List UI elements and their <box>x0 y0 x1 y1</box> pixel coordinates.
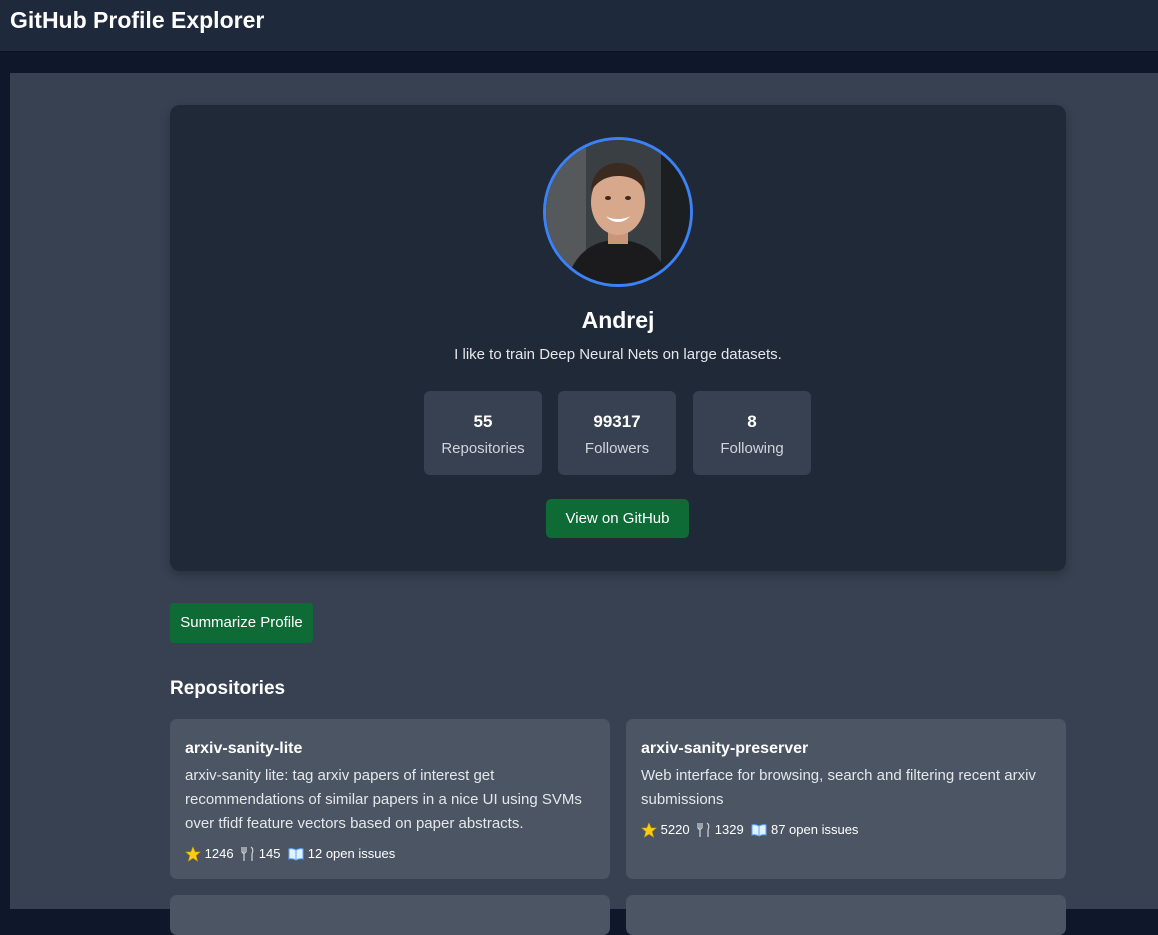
repo-card[interactable] <box>170 895 610 935</box>
repo-forks: 145 <box>258 846 281 862</box>
stat-value: 55 <box>473 412 493 431</box>
profile-bio: I like to train Deep Neural Nets on larg… <box>454 346 782 363</box>
summarize-profile-button[interactable]: Summarize Profile <box>170 603 313 643</box>
fork-icon <box>697 822 710 837</box>
book-icon <box>751 823 767 837</box>
avatar <box>543 137 693 287</box>
stat-label: Following <box>720 440 784 457</box>
repo-stars: 1246 <box>204 846 234 862</box>
profile-name: Andrej <box>581 307 655 333</box>
fork-icon <box>241 846 254 861</box>
repo-description: arxiv-sanity lite: tag arxiv papers of i… <box>185 767 582 832</box>
stat-value: 8 <box>747 412 757 431</box>
app-title: GitHub Profile Explorer <box>10 7 265 33</box>
stat-label: Followers <box>584 440 650 457</box>
repo-description: Web interface for browsing, search and f… <box>641 767 1036 808</box>
avatar-image <box>546 140 690 284</box>
repo-card[interactable]: arxiv-sanity-preserver Web interface for… <box>626 719 1066 879</box>
repo-forks: 1329 <box>714 822 744 838</box>
repo-card[interactable]: arxiv-sanity-lite arxiv-sanity lite: tag… <box>170 719 610 879</box>
stat-following: 8 Following <box>693 391 811 475</box>
repositories-heading: Repositories <box>170 678 286 699</box>
repo-stars: 5220 <box>660 822 690 838</box>
repo-name[interactable]: arxiv-sanity-lite <box>185 740 302 758</box>
repo-name[interactable]: arxiv-sanity-preserver <box>641 740 808 758</box>
repo-stats: 1246 145 12 open issues <box>185 845 395 862</box>
stat-repositories: 55 Repositories <box>424 391 542 475</box>
app-header: GitHub Profile Explorer <box>0 0 1158 52</box>
star-icon <box>641 821 657 838</box>
star-icon <box>185 845 201 862</box>
profile-card: Andrej I like to train Deep Neural Nets … <box>170 105 1066 571</box>
book-icon <box>288 847 304 861</box>
repo-card[interactable] <box>626 895 1066 935</box>
repo-issues: 12 open issues <box>307 846 396 862</box>
main-content: Andrej I like to train Deep Neural Nets … <box>10 73 1158 935</box>
repo-stats: 5220 1329 87 open issues <box>641 821 858 838</box>
view-on-github-button[interactable]: View on GitHub <box>546 499 689 538</box>
stat-label: Repositories <box>441 440 525 457</box>
stat-value: 99317 <box>593 412 641 431</box>
stat-followers: 99317 Followers <box>558 391 676 475</box>
repo-issues: 87 open issues <box>770 822 859 838</box>
